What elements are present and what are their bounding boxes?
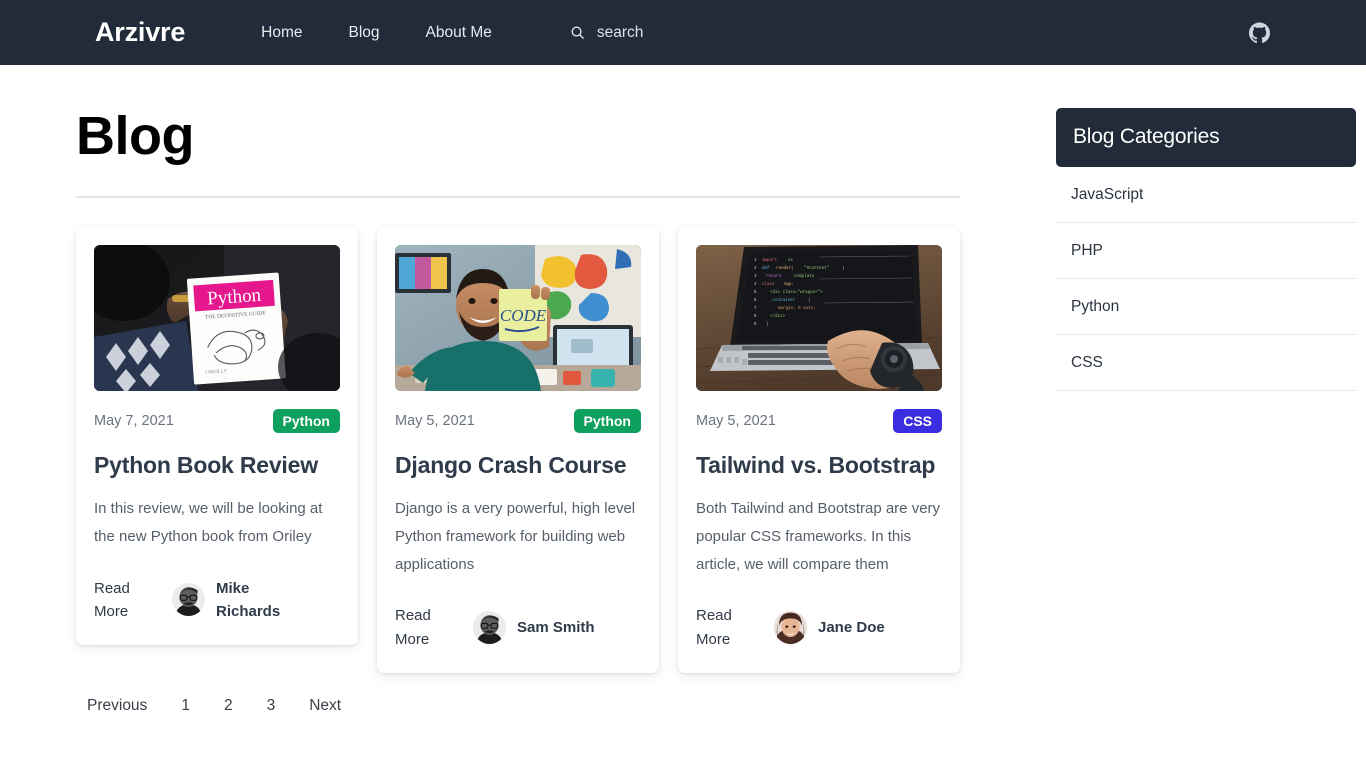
github-icon[interactable] <box>1249 22 1270 43</box>
post-title[interactable]: Python Book Review <box>94 450 340 480</box>
site-brand[interactable]: Arzivre <box>95 17 185 48</box>
post-footer: Read More <box>395 604 641 651</box>
avatar <box>172 583 205 617</box>
post-card[interactable]: CODE May 5, 2021 Python Django Crash Cou… <box>377 227 659 673</box>
post-meta: May 5, 2021 CSS <box>696 408 942 434</box>
post-date: May 5, 2021 <box>395 413 475 430</box>
svg-text:return: return <box>766 275 782 279</box>
search-input[interactable] <box>596 23 777 42</box>
post-footer: Read More <box>696 604 942 651</box>
svg-text:.container: .container <box>770 298 796 303</box>
svg-text:"#content": "#content" <box>804 266 829 271</box>
post-date: May 5, 2021 <box>696 413 776 430</box>
svg-text:App:: App: <box>784 283 794 287</box>
author-name: Sam Smith <box>517 619 595 637</box>
post-footer: Read More <box>94 577 340 624</box>
author-name: Jane Doe <box>818 619 885 637</box>
pagination-page-2[interactable]: 2 <box>224 697 233 715</box>
post-author: Jane Doe <box>774 611 902 645</box>
read-more-link[interactable]: Read More <box>696 604 762 651</box>
avatar <box>774 611 807 645</box>
main-column: Blog Python THE DEFINITIVE GUIDE O'REILL… <box>76 65 986 715</box>
sidebar-item-python[interactable]: Python <box>1056 279 1356 335</box>
post-author: Mike Richards <box>172 577 300 624</box>
primary-nav: Home Blog About Me <box>261 18 777 48</box>
post-image-code-note: CODE <box>395 245 641 392</box>
sidebar-heading: Blog Categories <box>1056 108 1356 167</box>
sidebar-item-php[interactable]: PHP <box>1056 223 1356 279</box>
post-title[interactable]: Tailwind vs. Bootstrap <box>696 450 942 480</box>
post-card[interactable]: 1 import os 2 def render("#content") 3 return… <box>678 227 960 673</box>
page-container: Blog Python THE DEFINITIVE GUIDE O'REILL… <box>0 65 1366 715</box>
post-category-badge[interactable]: Python <box>573 409 641 434</box>
svg-text:import: import <box>762 258 778 263</box>
post-category-badge[interactable]: Python <box>272 409 340 434</box>
search-icon <box>570 25 585 40</box>
read-more-link[interactable]: Read More <box>94 577 160 624</box>
search-box[interactable] <box>570 23 777 42</box>
svg-text:def: def <box>762 266 770 271</box>
svg-text:margin: 0 auto;: margin: 0 auto; <box>778 306 816 311</box>
sidebar: Blog Categories JavaScript PHP Python CS… <box>1056 65 1356 715</box>
post-date: May 7, 2021 <box>94 413 174 430</box>
avatar <box>473 611 506 645</box>
svg-text:<div class="wrapper">: <div class="wrapper"> <box>770 290 823 295</box>
post-excerpt: In this review, we will be looking at th… <box>94 499 323 545</box>
post-image-laptop-coding: 1 import os 2 def render("#content") 3 return… <box>696 245 942 392</box>
pagination: Previous 1 2 3 Next <box>76 697 986 715</box>
post-category-badge[interactable]: CSS <box>893 409 942 434</box>
nav-link-home[interactable]: Home <box>261 18 302 48</box>
post-excerpt: Both Tailwind and Bootstrap are very pop… <box>696 499 941 573</box>
post-author: Sam Smith <box>473 611 601 645</box>
navbar-right-actions <box>1249 22 1270 43</box>
post-card-list: Python THE DEFINITIVE GUIDE O'REILLY May… <box>76 227 986 673</box>
post-image-python-book: Python THE DEFINITIVE GUIDE O'REILLY <box>94 245 340 392</box>
author-name: Mike Richards <box>216 579 281 620</box>
svg-text:class: class <box>762 282 775 287</box>
read-more-link[interactable]: Read More <box>395 604 461 651</box>
post-title[interactable]: Django Crash Course <box>395 450 641 480</box>
sidebar-item-javascript[interactable]: JavaScript <box>1056 167 1356 223</box>
svg-text:): ) <box>842 266 845 271</box>
page-title: Blog <box>76 106 194 166</box>
svg-text:render(: render( <box>776 266 794 271</box>
pagination-previous[interactable]: Previous <box>87 697 147 715</box>
nav-link-about-me[interactable]: About Me <box>426 18 492 48</box>
title-divider <box>76 196 960 199</box>
post-meta: May 5, 2021 Python <box>395 408 641 434</box>
sidebar-item-css[interactable]: CSS <box>1056 335 1356 391</box>
pagination-next[interactable]: Next <box>309 697 341 715</box>
pagination-page-1[interactable]: 1 <box>181 697 190 715</box>
svg-text:template: template <box>794 274 815 279</box>
category-list: JavaScript PHP Python CSS <box>1056 167 1356 391</box>
nav-link-blog[interactable]: Blog <box>349 18 380 48</box>
svg-text:CODE: CODE <box>500 306 547 325</box>
pagination-page-3[interactable]: 3 <box>267 697 276 715</box>
svg-text:Python: Python <box>207 285 263 310</box>
post-meta: May 7, 2021 Python <box>94 408 340 434</box>
top-navbar: Arzivre Home Blog About Me <box>0 0 1366 65</box>
post-excerpt: Django is a very powerful, high level Py… <box>395 499 636 573</box>
svg-text:os: os <box>788 259 794 263</box>
svg-text:</div>: </div> <box>770 314 786 319</box>
post-card[interactable]: Python THE DEFINITIVE GUIDE O'REILLY May… <box>76 227 358 646</box>
